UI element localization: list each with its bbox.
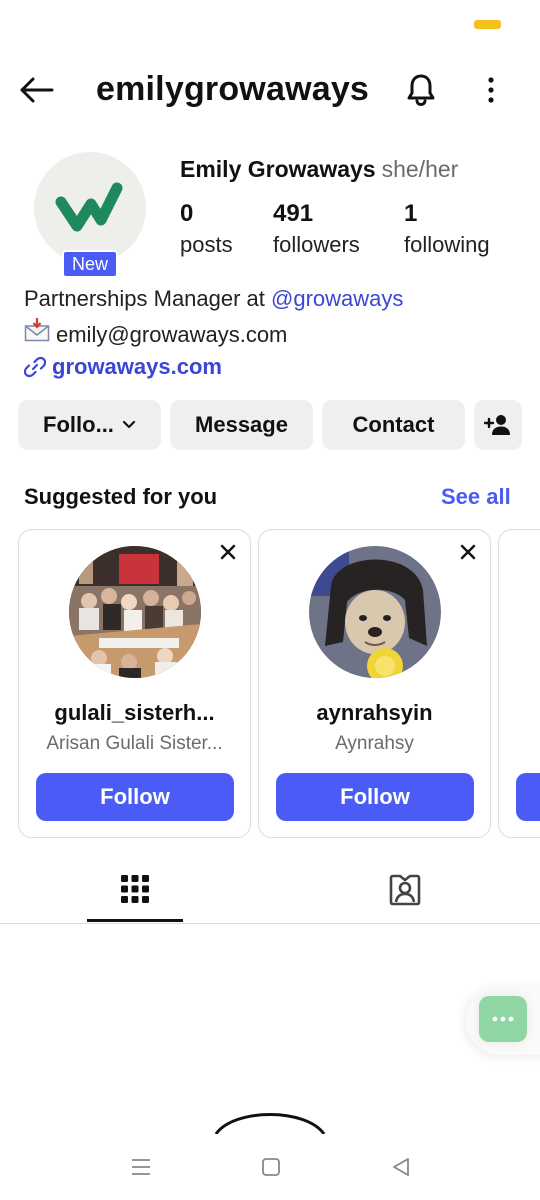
more-vertical-icon	[488, 77, 494, 103]
more-options-button[interactable]	[474, 68, 508, 112]
group-photo-image	[69, 546, 201, 678]
menu-icon	[132, 1159, 150, 1175]
posts-count: 0	[180, 200, 194, 227]
display-name: Emily Growaways she/her	[180, 156, 458, 183]
followers-count: 491	[273, 200, 314, 227]
notifications-button[interactable]	[400, 68, 442, 112]
display-name-text: Emily Growaways	[180, 156, 376, 182]
back-button[interactable]	[14, 70, 58, 110]
website-link[interactable]: growaways.com	[24, 354, 222, 380]
incoming-envelope-icon	[24, 318, 50, 348]
suggested-subtitle: Arisan Gulali Sister...	[46, 733, 223, 754]
bio-mention-link[interactable]: @growaways	[271, 286, 403, 311]
bio-line-2: emily@growaways.com	[24, 318, 287, 348]
dismiss-suggestion-button[interactable]	[456, 540, 480, 564]
system-navigation-bar	[0, 1140, 540, 1200]
suggested-avatar-dog-photo[interactable]	[309, 546, 441, 678]
stat-followers[interactable]: 491 followers	[273, 200, 360, 258]
followers-label: followers	[273, 232, 360, 257]
suggested-card-partial[interactable]	[498, 529, 540, 838]
suggested-card[interactable]: gulali_sisterh... Arisan Gulali Sister..…	[18, 529, 251, 838]
posts-label: posts	[180, 232, 233, 257]
following-label: following	[404, 232, 490, 257]
new-badge: New	[62, 250, 118, 278]
nav-back-button[interactable]	[386, 1152, 416, 1182]
profile-avatar[interactable]	[34, 152, 146, 264]
following-dropdown-button[interactable]: Follo...	[18, 400, 161, 450]
following-button-label: Follo...	[43, 412, 114, 437]
message-button[interactable]: Message	[170, 400, 313, 450]
stat-posts[interactable]: 0 posts	[180, 200, 233, 258]
suggested-username[interactable]: aynrahsyin	[259, 700, 490, 726]
growaways-logo	[55, 182, 123, 232]
profile-tabs	[0, 858, 540, 924]
back-triangle-icon	[393, 1158, 409, 1176]
following-count: 1	[404, 200, 418, 227]
tab-tagged[interactable]	[357, 858, 453, 922]
link-icon	[24, 356, 46, 378]
pronouns: she/her	[381, 156, 459, 182]
profile-action-row: Follo... Message Contact	[0, 400, 540, 452]
suggested-card[interactable]: aynrahsyin Aynrahsy Follow	[258, 529, 491, 838]
dismiss-suggestion-button[interactable]	[216, 540, 240, 564]
loading-arc-indicator	[214, 1110, 326, 1134]
tab-posts-grid[interactable]	[87, 858, 183, 922]
follow-button[interactable]	[516, 773, 540, 821]
add-user-icon	[484, 415, 510, 435]
follow-button[interactable]: Follow	[36, 773, 234, 821]
contact-button[interactable]: Contact	[322, 400, 465, 450]
home-square-icon	[262, 1158, 280, 1176]
nav-recents-button[interactable]	[126, 1152, 156, 1182]
suggested-avatar-group-photo[interactable]	[69, 546, 201, 678]
bio-email: emily@growaways.com	[56, 322, 288, 347]
suggested-title: Suggested for you	[24, 484, 218, 509]
top-bar: emilygrowaways	[0, 60, 540, 122]
bio-text: Partnerships Manager at	[24, 286, 272, 311]
see-all-link[interactable]: See all	[441, 484, 511, 510]
nav-home-button[interactable]	[256, 1152, 286, 1182]
more-horizontal-icon	[492, 1016, 514, 1022]
close-icon	[460, 544, 476, 560]
close-icon	[220, 544, 236, 560]
grid-icon	[121, 874, 149, 903]
stat-following[interactable]: 1 following	[404, 200, 490, 258]
suggested-subtitle: Aynrahsy	[335, 733, 414, 754]
profile-username: emilygrowaways	[96, 70, 370, 108]
floating-chat-button[interactable]	[479, 996, 527, 1042]
bio-line-1: Partnerships Manager at @growaways	[24, 286, 403, 312]
arrow-left-icon	[20, 77, 54, 103]
suggested-users-button[interactable]	[474, 400, 522, 450]
bell-icon	[407, 74, 435, 107]
dog-wig-photo-image	[309, 546, 441, 678]
status-indicator	[474, 20, 501, 29]
suggested-username[interactable]: gulali_sisterh...	[19, 700, 250, 726]
follow-button[interactable]: Follow	[276, 773, 474, 821]
website-link-text: growaways.com	[52, 354, 222, 379]
chevron-down-icon	[122, 420, 136, 429]
tagged-person-icon	[389, 874, 421, 906]
